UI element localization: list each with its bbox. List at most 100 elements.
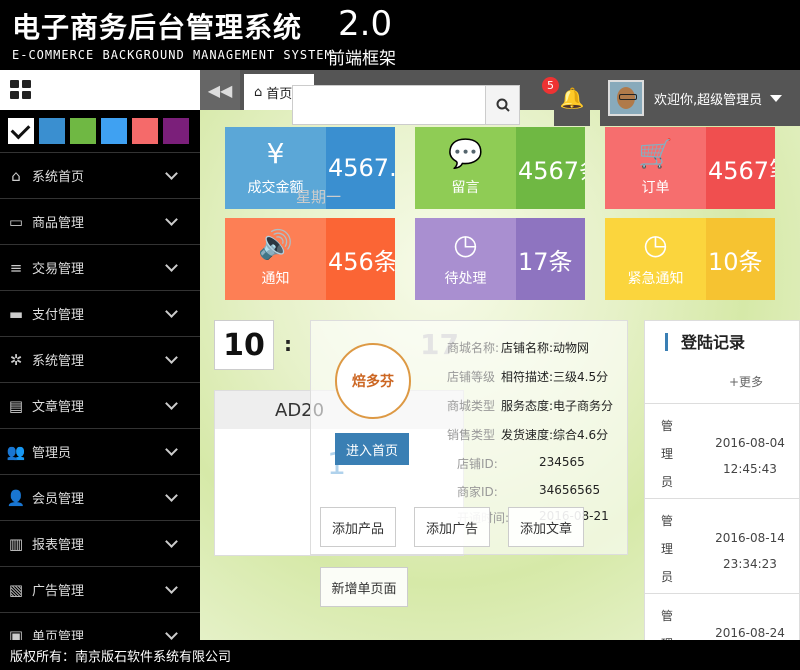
sidebar-item[interactable]: ▤ 文章管理 — [0, 382, 200, 428]
chevron-down-icon — [165, 167, 178, 180]
grid-menu-icon[interactable] — [10, 80, 32, 100]
login-record-date: 2016-08-04 — [715, 436, 785, 450]
stat-card-value: 17条 — [516, 218, 585, 300]
theme-swatch[interactable] — [163, 118, 189, 144]
sidebar-item-label: 报表管理 — [32, 538, 85, 553]
shop-field-value: 34656565 — [539, 483, 601, 497]
sidebar-item[interactable]: 👤 会员管理 — [0, 474, 200, 520]
stat-card[interactable]: 🛒 订单 4567笔 — [605, 127, 775, 209]
calendar-weekday: 星期一 — [296, 188, 342, 206]
user-menu[interactable]: 欢迎你,超级管理员 — [600, 70, 800, 126]
chevron-down-icon — [165, 351, 178, 364]
sidebar-item[interactable]: ✲ 系统管理 — [0, 336, 200, 382]
theme-swatch[interactable] — [132, 118, 158, 144]
stat-card-label-area: ◷ 紧急通知 — [605, 218, 706, 300]
chevron-down-icon — [165, 213, 178, 226]
sidebar: ⌂ 系统首页 ▭ 商品管理 ≡ 交易管理 ▬ 支付管理 ✲ 系统管理 ▤ 文章管理 👥 管理员 👤 会员管理 ▥… — [0, 70, 200, 645]
login-record-user: 管理员 — [661, 609, 674, 640]
home-icon: ⌂ — [11, 166, 21, 185]
shop-field-value: 发货速度:综合4.6分 — [501, 428, 609, 442]
bar-chart-icon: ▥ — [8, 534, 24, 553]
add-ad-button[interactable]: 添加广告 — [414, 507, 490, 547]
theme-swatch[interactable] — [70, 118, 96, 144]
sidebar-item-label: 文章管理 — [32, 400, 85, 415]
sidebar-item[interactable]: ≡ 交易管理 — [0, 244, 200, 290]
sidebar-item[interactable]: 👥 管理员 — [0, 428, 200, 474]
avatar — [608, 80, 644, 116]
login-record-user: 管理员 — [661, 514, 674, 584]
sidebar-item[interactable]: ▭ 商品管理 — [0, 198, 200, 244]
login-record-date: 2016-08-14 — [715, 531, 785, 545]
theme-swatch[interactable] — [101, 118, 127, 144]
database-icon: ≡ — [9, 258, 23, 277]
enter-home-button[interactable]: 进入首页 — [335, 433, 409, 465]
yen-icon: ¥ — [266, 137, 285, 170]
stat-card[interactable]: ◷ 待处理 17条 — [415, 218, 585, 300]
countdown-separator: : — [284, 332, 292, 356]
shop-field-value: 店铺名称:动物网 — [501, 341, 590, 355]
theme-swatch-selected[interactable] — [8, 118, 34, 144]
cart-icon: 🛒 — [638, 137, 673, 170]
stat-card-label-area: 🔊 通知 — [225, 218, 326, 300]
sidebar-item[interactable]: ▬ 支付管理 — [0, 290, 200, 336]
login-record: 管理员 2016-08-14 23:34:23 — [645, 498, 800, 593]
shop-field-value: 相符描述:三级4.5分 — [501, 370, 609, 384]
chevron-down-icon — [165, 535, 178, 548]
footer: 版权所有：南京版石软件系统有限公司 — [0, 640, 800, 670]
sidebar-toggle-bar — [0, 70, 200, 110]
stat-card[interactable]: 💬 留言 4567条 — [415, 127, 585, 209]
clock-icon: ◷ — [453, 228, 478, 261]
stat-card-label: 留言 — [451, 180, 480, 196]
stat-card-label-area: 💬 留言 — [415, 127, 516, 209]
document-icon: ▤ — [8, 396, 24, 415]
stat-card-label: 通知 — [261, 271, 290, 287]
sidebar-menu: ⌂ 系统首页 ▭ 商品管理 ≡ 交易管理 ▬ 支付管理 ✲ 系统管理 ▤ 文章管理 👥 管理员 👤 会员管理 ▥… — [0, 152, 200, 658]
search-box — [292, 85, 520, 125]
theme-swatches — [0, 110, 200, 152]
stat-card[interactable]: ◷ 紧急通知 10条 — [605, 218, 775, 300]
shop-field-value: 234565 — [539, 455, 585, 469]
add-article-button[interactable]: 添加文章 — [508, 507, 584, 547]
bell-icon[interactable]: 🔔 — [554, 70, 590, 126]
app-root: 电子商务后台管理系统 2.0 E-COMMERCE BACKGROUND MAN… — [0, 0, 800, 670]
chevron-down-icon — [165, 305, 178, 318]
shop-field-label: 商家ID: — [457, 485, 498, 499]
stat-card-value: 4567条 — [516, 127, 585, 209]
monitor-icon: ▭ — [8, 212, 24, 231]
app-title: 电子商务后台管理系统 — [12, 11, 303, 44]
new-page-button[interactable]: 新增单页面 — [320, 567, 408, 607]
sidebar-item-label: 广告管理 — [32, 584, 85, 599]
sidebar-item[interactable]: ⌂ 系统首页 — [0, 152, 200, 198]
shop-field-label: 店铺ID: — [457, 457, 498, 471]
tab-scroll-left-icon[interactable]: ◀◀ — [200, 70, 240, 110]
add-product-button[interactable]: 添加产品 — [320, 507, 396, 547]
login-record-datetime: 2016-08-04 12:45:43 — [705, 430, 795, 482]
login-records-panel: 登陆记录 +更多 管理员 2016-08-04 12:45:43 管理员 2016-08… — [644, 320, 800, 640]
user-icon: 👤 — [6, 488, 26, 507]
sidebar-item-label: 管理员 — [32, 446, 72, 461]
credit-card-icon: ▬ — [8, 304, 24, 323]
stat-card-label-area: ◷ 待处理 — [415, 218, 516, 300]
search-icon[interactable] — [485, 86, 519, 124]
more-link[interactable]: +更多 — [729, 373, 763, 390]
copyright-text: 版权所有：南京版石软件系统有限公司 — [10, 649, 232, 665]
app-subtitle-cn: 前端框架 — [328, 49, 396, 69]
login-record: 管理员 2016-08-04 12:45:43 — [645, 403, 800, 498]
search-input[interactable] — [293, 86, 483, 124]
app-header: 电子商务后台管理系统 2.0 E-COMMERCE BACKGROUND MAN… — [0, 0, 800, 70]
chevron-down-icon — [165, 397, 178, 410]
login-record-time: 12:45:43 — [723, 462, 777, 476]
sidebar-item[interactable]: ▧ 广告管理 — [0, 566, 200, 612]
sidebar-item[interactable]: ▥ 报表管理 — [0, 520, 200, 566]
stat-card[interactable]: 🔊 通知 456条 — [225, 218, 395, 300]
app-subtitle-en: E-COMMERCE BACKGROUND MANAGEMENT SYSTEM — [12, 48, 333, 62]
stat-card-label: 订单 — [641, 180, 670, 196]
gears-icon: ✲ — [9, 350, 23, 369]
shop-field-label: 商城类型 — [447, 399, 496, 413]
shop-field-label: 商城名称: — [447, 341, 500, 355]
login-record-datetime: 2016-08-24 — [705, 620, 795, 640]
tab-home-label: 首页 — [266, 86, 293, 102]
app-version: 2.0 — [338, 4, 393, 44]
theme-swatch[interactable] — [39, 118, 65, 144]
stat-card-label-area: 🛒 订单 — [605, 127, 706, 209]
